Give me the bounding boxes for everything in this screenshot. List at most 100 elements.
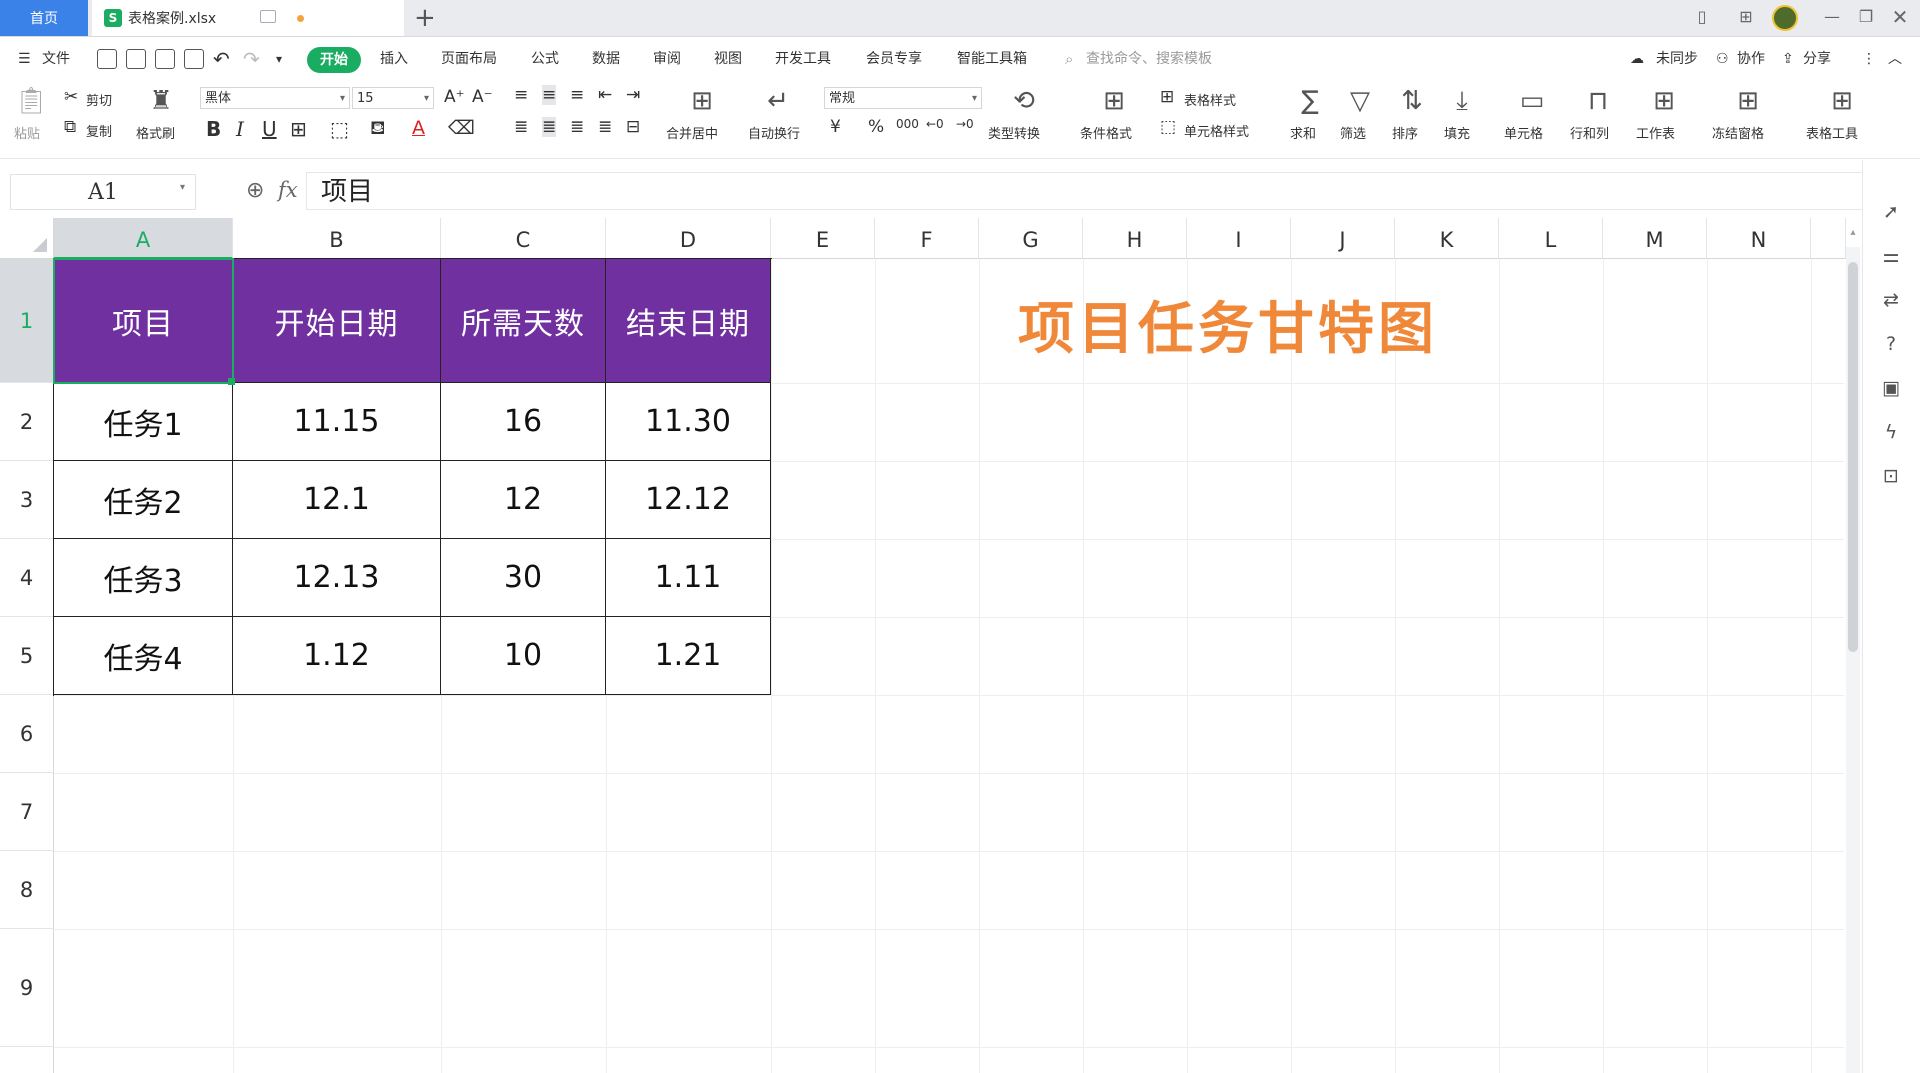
table-cell[interactable]: 16 (441, 383, 606, 461)
cell-style-button[interactable]: 单元格样式 (1184, 121, 1249, 140)
freeze-panes-button[interactable]: 冻结窗格 (1712, 123, 1764, 142)
menu-tab-formulas[interactable]: 公式 (531, 37, 559, 81)
print-preview-icon[interactable] (184, 49, 204, 69)
row-header-5[interactable]: 5 (0, 617, 54, 695)
header-cell-days[interactable]: 所需天数 (441, 259, 606, 383)
hamburger-icon[interactable]: ☰ (18, 37, 31, 81)
row-header-4[interactable]: 4 (0, 539, 54, 617)
sort-button[interactable]: 排序 (1392, 123, 1418, 142)
minimize-icon[interactable]: — (1822, 8, 1842, 26)
close-icon[interactable]: ✕ (1890, 7, 1910, 27)
more-icon[interactable]: ⋮ (1862, 37, 1876, 81)
share-icon[interactable]: ⇪ (1782, 37, 1794, 81)
col-header-K[interactable]: K (1395, 218, 1499, 259)
filter-button[interactable]: 筛选 (1340, 123, 1366, 142)
table-cell[interactable]: 11.15 (233, 383, 441, 461)
borders-icon[interactable]: ⊞ (290, 117, 307, 141)
table-cell[interactable]: 30 (441, 539, 606, 617)
monitor-icon[interactable] (260, 10, 276, 23)
col-header-I[interactable]: I (1187, 218, 1291, 259)
menu-tab-data[interactable]: 数据 (592, 37, 620, 81)
table-cell[interactable]: 任务3 (54, 539, 233, 617)
col-header-N[interactable]: N (1707, 218, 1811, 259)
underline-button[interactable]: U (262, 117, 277, 141)
fx-button[interactable]: fx (278, 178, 298, 202)
sum-icon[interactable]: ∑ (1292, 87, 1328, 115)
collapse-ribbon-icon[interactable]: ︿ (1888, 37, 1902, 81)
row-header-6[interactable]: 6 (0, 695, 54, 773)
table-cell[interactable]: 1.11 (606, 539, 771, 617)
lightning-icon[interactable]: ϟ (1879, 420, 1903, 444)
row-header-7[interactable]: 7 (0, 773, 54, 851)
layout-icon[interactable]: ▯ (1692, 8, 1712, 26)
header-cell-start-date[interactable]: 开始日期 (233, 259, 441, 383)
name-box[interactable]: A1 (10, 174, 196, 210)
new-tab-button[interactable]: + (414, 2, 436, 34)
col-header-M[interactable]: M (1603, 218, 1707, 259)
print-icon[interactable] (155, 49, 175, 69)
increase-font-icon[interactable]: A⁺ (444, 87, 465, 107)
worksheet-button[interactable]: 工作表 (1636, 123, 1675, 142)
table-style-button[interactable]: 表格样式 (1184, 90, 1236, 109)
distribute-icon[interactable]: ⊟ (626, 117, 640, 137)
menu-tab-review[interactable]: 审阅 (653, 37, 681, 81)
align-middle-icon[interactable]: ≡ (542, 85, 557, 105)
row-header-2[interactable]: 2 (0, 383, 54, 461)
fill-color-icon[interactable]: ⛾ (370, 117, 386, 142)
decrease-indent-icon[interactable]: ⇤ (598, 85, 612, 105)
undo-icon[interactable]: ↶ (213, 37, 230, 81)
menu-tab-view[interactable]: 视图 (714, 37, 742, 81)
thousands-icon[interactable]: 000 (896, 117, 919, 131)
wrap-text-button[interactable]: 自动换行 (748, 123, 800, 142)
col-header-G[interactable]: G (979, 218, 1083, 259)
formula-input[interactable]: 项目 (306, 172, 1866, 210)
menu-tab-page-layout[interactable]: 页面布局 (441, 37, 497, 81)
menu-tab-developer[interactable]: 开发工具 (775, 37, 831, 81)
align-bottom-icon[interactable]: ≡ (570, 85, 584, 105)
apps-grid-icon[interactable]: ⊞ (1736, 8, 1756, 26)
sheet-title-text[interactable]: 项目任务甘特图 (1018, 284, 1438, 365)
font-color-icon[interactable]: A (412, 117, 425, 139)
align-top-icon[interactable]: ≡ (514, 85, 528, 105)
zoom-formula-icon[interactable]: ⊕ (246, 178, 264, 203)
share-button[interactable]: 分享 (1803, 37, 1831, 81)
copy-icon[interactable]: ⧉ (64, 117, 76, 137)
row-col-icon[interactable]: ⊓ (1580, 87, 1616, 115)
format-painter-icon[interactable]: ♜ (144, 87, 178, 115)
percent-icon[interactable]: % (868, 117, 884, 137)
menu-file[interactable]: 文件 (42, 37, 70, 81)
filter-icon[interactable]: ▽ (1342, 87, 1378, 115)
table-cell[interactable]: 12 (441, 461, 606, 539)
sync-status[interactable]: 未同步 (1656, 37, 1698, 81)
table-cell[interactable]: 任务4 (54, 617, 233, 695)
restore-icon[interactable]: ❐ (1856, 8, 1876, 26)
tab-document[interactable]: S 表格案例.xlsx (92, 0, 404, 36)
table-cell[interactable]: 12.13 (233, 539, 441, 617)
number-format-select[interactable]: 常规 (824, 87, 982, 110)
italic-button[interactable]: I (236, 117, 244, 141)
col-header-E[interactable]: E (771, 218, 875, 259)
col-header-B[interactable]: B (233, 218, 441, 259)
fill-handle[interactable] (228, 378, 235, 385)
col-header-J[interactable]: J (1291, 218, 1395, 259)
save-icon[interactable] (97, 49, 117, 69)
paste-button[interactable]: 粘贴 (14, 123, 40, 142)
table-cell[interactable]: 12.12 (606, 461, 771, 539)
select-all-corner[interactable] (0, 218, 54, 259)
cut-button[interactable]: 剪切 (86, 90, 112, 109)
row-col-button[interactable]: 行和列 (1570, 123, 1609, 142)
menu-tab-insert[interactable]: 插入 (380, 37, 408, 81)
header-cell-end-date[interactable]: 结束日期 (606, 259, 771, 383)
tab-home[interactable]: 首页 (0, 0, 88, 36)
fill-button[interactable]: 填充 (1444, 123, 1470, 142)
col-header-L[interactable]: L (1499, 218, 1603, 259)
header-cell-project[interactable]: 项目 (54, 259, 233, 383)
redo-icon[interactable]: ↷ (243, 37, 260, 81)
row-header-3[interactable]: 3 (0, 461, 54, 539)
align-center-icon[interactable]: ≣ (542, 117, 557, 137)
conditional-format-icon[interactable]: ⊞ (1096, 87, 1132, 115)
menu-tab-member[interactable]: 会员专享 (866, 37, 922, 81)
bold-button[interactable]: B (206, 117, 221, 141)
book-search-icon[interactable]: ⊡ (1879, 464, 1903, 488)
copy-button[interactable]: 复制 (86, 121, 112, 140)
